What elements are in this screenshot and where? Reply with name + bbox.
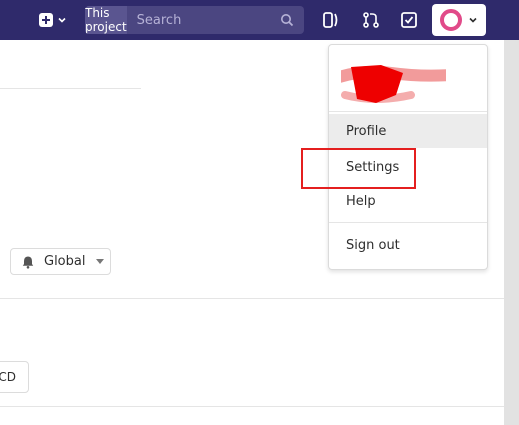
chevron-down-icon xyxy=(469,17,477,23)
divider xyxy=(0,406,504,407)
redaction-mark xyxy=(341,65,446,103)
bell-icon xyxy=(22,256,34,269)
caret-down-icon xyxy=(96,259,105,264)
search-scope-badge[interactable]: This project xyxy=(85,6,127,34)
notification-level-label: Global xyxy=(44,254,86,269)
divider xyxy=(0,88,141,89)
issues-icon[interactable] xyxy=(322,11,340,29)
avatar xyxy=(440,9,462,31)
top-navbar: This project xyxy=(0,0,519,40)
menu-item-help[interactable]: Help xyxy=(329,184,487,218)
cd-button[interactable]: CD xyxy=(0,361,29,393)
menu-item-sign-out[interactable]: Sign out xyxy=(329,228,487,262)
divider xyxy=(0,298,504,299)
menu-item-profile[interactable]: Profile xyxy=(329,114,487,148)
settings-highlight-box xyxy=(301,148,416,189)
menu-divider xyxy=(329,111,487,112)
search-icon[interactable] xyxy=(280,13,294,27)
search-input[interactable] xyxy=(126,6,304,34)
search-box: This project xyxy=(85,6,304,34)
notification-level-dropdown[interactable]: Global xyxy=(10,248,111,275)
scrollbar[interactable] xyxy=(504,40,519,425)
merge-request-icon[interactable] xyxy=(362,11,380,29)
user-avatar-button[interactable] xyxy=(432,4,486,36)
plus-square-icon xyxy=(39,13,53,27)
todo-icon[interactable] xyxy=(400,11,418,29)
new-dropdown-button[interactable] xyxy=(33,8,73,32)
menu-divider xyxy=(329,222,487,223)
chevron-down-icon xyxy=(58,17,66,23)
